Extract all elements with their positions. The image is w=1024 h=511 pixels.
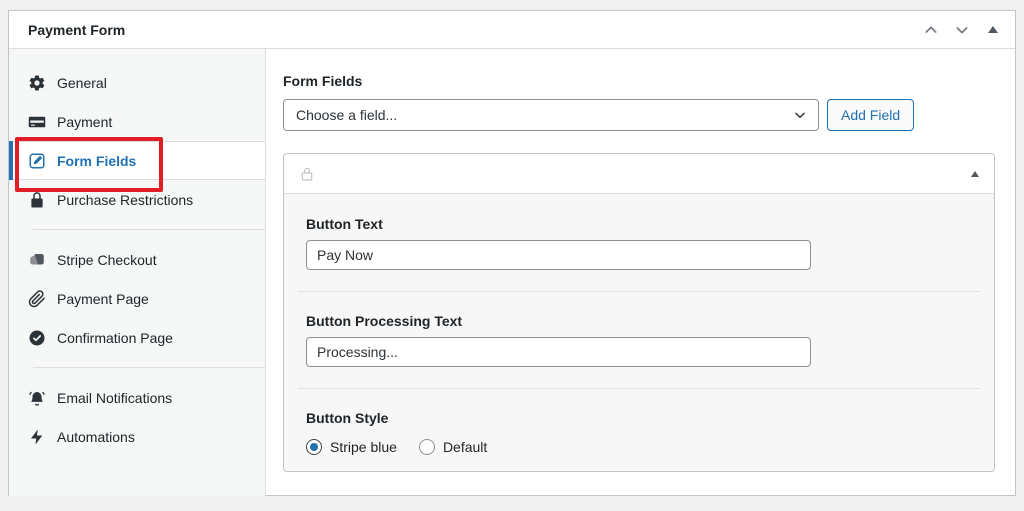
sidebar-item-payment-page[interactable]: Payment Page	[9, 279, 265, 318]
sidebar-item-label: Purchase Restrictions	[57, 191, 194, 208]
sidebar-item-label: Email Notifications	[57, 389, 173, 406]
sidebar-item-label: Stripe Checkout	[57, 251, 157, 268]
sidebar-item-label: Automations	[57, 428, 135, 445]
sidebar-item-automations[interactable]: Automations	[9, 417, 265, 456]
field-panel-header[interactable]	[284, 154, 994, 194]
settings-sidebar: General Payment Form Fields Purchase Res…	[9, 49, 266, 496]
sidebar-item-purchase-restrictions[interactable]: Purchase Restrictions	[9, 180, 265, 219]
button-processing-text-input[interactable]	[306, 337, 811, 367]
sidebar-item-label: Confirmation Page	[57, 329, 173, 346]
bell-icon	[29, 391, 45, 406]
radio-label: Default	[442, 439, 488, 455]
sidebar-item-form-fields[interactable]: Form Fields	[9, 141, 265, 180]
add-field-row: Choose a field... Add Field	[283, 99, 995, 131]
sidebar-item-payment[interactable]: Payment	[9, 102, 265, 141]
radio-label: Stripe blue	[330, 439, 397, 455]
sidebar-item-email-notifications[interactable]: Email Notifications	[9, 378, 265, 417]
radio-stripe-blue[interactable]: Stripe blue	[306, 439, 397, 455]
add-field-button[interactable]: Add Field	[827, 99, 915, 131]
field-panel-body: Button Text Button Processing Text Butto…	[284, 194, 994, 471]
sidebar-item-label: Payment	[57, 113, 113, 130]
sidebar-divider	[33, 367, 265, 368]
metabox-body: General Payment Form Fields Purchase Res…	[9, 49, 1015, 496]
chevron-down-icon	[792, 107, 808, 123]
collapse-triangle-icon	[988, 26, 998, 33]
metabox-header: Payment Form	[9, 11, 1015, 49]
stripe-checkout-icon	[30, 253, 44, 264]
field-select-value: Choose a field...	[296, 107, 398, 123]
chevron-down-icon	[956, 26, 968, 34]
button-style-label: Button Style	[306, 410, 389, 426]
gear-icon	[29, 74, 45, 91]
sidebar-item-general[interactable]: General	[9, 63, 265, 102]
field-select[interactable]: Choose a field...	[283, 99, 819, 131]
collapse-toggle-button[interactable]	[984, 21, 1002, 39]
button-text-input[interactable]	[306, 240, 811, 270]
paperclip-icon	[28, 289, 45, 307]
sidebar-item-label: Payment Page	[57, 290, 149, 307]
payment-form-metabox: Payment Form General Payment Form Fields…	[8, 10, 1016, 496]
payment-button-field-panel: Button Text Button Processing Text Butto…	[283, 153, 995, 472]
credit-card-icon	[28, 116, 46, 127]
edit-icon	[29, 153, 45, 168]
lightning-icon	[31, 429, 43, 444]
button-text-label: Button Text	[306, 216, 383, 232]
check-circle-icon	[29, 330, 45, 345]
lock-icon	[301, 167, 313, 181]
sidebar-item-label: Form Fields	[57, 152, 137, 169]
radio-selected-icon	[306, 439, 322, 455]
lock-icon	[31, 191, 43, 207]
panel-collapse-button[interactable]	[971, 170, 979, 177]
radio-default[interactable]: Default	[418, 439, 488, 455]
section-divider	[298, 388, 980, 389]
metabox-title: Payment Form	[28, 21, 126, 38]
move-up-button[interactable]	[922, 21, 940, 39]
move-down-button[interactable]	[953, 21, 971, 39]
sidebar-item-label: General	[57, 74, 107, 91]
button-style-radio-group: Stripe blue Default	[306, 439, 972, 455]
collapse-triangle-icon	[971, 170, 979, 177]
settings-main-panel: Form Fields Choose a field... Add Field	[266, 49, 1015, 496]
button-processing-text-label: Button Processing Text	[306, 313, 463, 329]
sidebar-item-stripe-checkout[interactable]: Stripe Checkout	[9, 240, 265, 279]
sidebar-item-confirmation-page[interactable]: Confirmation Page	[9, 318, 265, 357]
section-divider	[298, 291, 980, 292]
metabox-controls	[922, 21, 1002, 39]
wp-admin-page: Payment Form General Payment Form Fields…	[0, 0, 1024, 511]
section-title: Form Fields	[283, 73, 363, 89]
radio-unselected-icon	[418, 439, 435, 455]
sidebar-divider	[33, 229, 265, 230]
chevron-up-icon	[925, 25, 937, 33]
